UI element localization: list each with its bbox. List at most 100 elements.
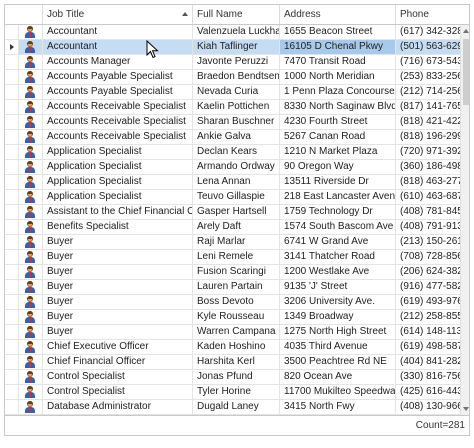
cell-icon[interactable] [19, 55, 43, 69]
row-indicator[interactable] [5, 70, 19, 84]
cell-full-name[interactable]: Fusion Scaringi [193, 265, 280, 279]
cell-icon[interactable] [19, 205, 43, 219]
cell-address[interactable]: 1574 South Bascom Ave [280, 220, 396, 234]
table-row[interactable]: Accounts Receivable Specialist Kaelin Pot… [5, 100, 460, 115]
row-indicator[interactable] [5, 400, 19, 414]
table-row[interactable]: Chief Financial Officer Harshita Kerl 3500… [5, 355, 460, 370]
cell-address[interactable]: 218 East Lancaster Avenue [280, 190, 396, 204]
cell-phone[interactable]: (425) 616-4435 [396, 385, 460, 399]
cell-address[interactable]: 90 Oregon Way [280, 160, 396, 174]
table-row[interactable]: Buyer Warren Campana 1275 North High Stree… [5, 325, 460, 340]
row-indicator[interactable] [5, 40, 19, 54]
cell-phone[interactable]: (404) 841-2826 [396, 355, 460, 369]
cell-job-title[interactable]: Chief Financial Officer [43, 355, 193, 369]
cell-job-title[interactable]: Application Specialist [43, 145, 193, 159]
cell-job-title[interactable]: Accounts Manager [43, 55, 193, 69]
header-icon-column[interactable] [5, 5, 43, 24]
cell-phone[interactable]: (708) 728-8566 [396, 250, 460, 264]
scroll-down-arrow-icon[interactable] [463, 407, 469, 411]
cell-phone[interactable]: (818) 196-2996 [396, 130, 460, 144]
row-indicator[interactable] [5, 100, 19, 114]
cell-address[interactable]: 1655 Beacon Street [280, 25, 396, 39]
cell-icon[interactable] [19, 25, 43, 39]
row-indicator[interactable] [5, 355, 19, 369]
row-indicator[interactable] [5, 55, 19, 69]
cell-full-name[interactable]: Jonas Pfund [193, 370, 280, 384]
cell-icon[interactable] [19, 400, 43, 414]
table-row[interactable]: Accounts Receivable Specialist Sharan Bus… [5, 115, 460, 130]
table-row[interactable]: Control Specialist Jonas Pfund 820 Ocean A… [5, 370, 460, 385]
cell-full-name[interactable]: Raji Marlar [193, 235, 280, 249]
cell-address[interactable]: 3141 Thatcher Road [280, 250, 396, 264]
row-indicator[interactable] [5, 370, 19, 384]
cell-phone[interactable]: (206) 624-3827 [396, 265, 460, 279]
cell-icon[interactable] [19, 145, 43, 159]
cell-address[interactable]: 13511 Riverside Dr [280, 175, 396, 189]
cell-job-title[interactable]: Assistant to the Chief Financial Officer [43, 205, 193, 219]
cell-job-title[interactable]: Buyer [43, 295, 193, 309]
cell-job-title[interactable]: Accounts Receivable Specialist [43, 100, 193, 114]
table-row[interactable]: Buyer Lauren Partain 9135 'J' Street (916) … [5, 280, 460, 295]
cell-phone[interactable]: (360) 186-4982 [396, 160, 460, 174]
table-row[interactable]: Benefits Specialist Arely Daft 1574 South … [5, 220, 460, 235]
cell-address[interactable]: 3500 Peachtree Rd NE [280, 355, 396, 369]
cell-phone[interactable]: (720) 971-3927 [396, 145, 460, 159]
table-row[interactable]: Accountant Kiah Taflinger 16105 D Chenal P… [5, 40, 460, 55]
cell-address[interactable]: 3415 North Fwy [280, 400, 396, 414]
cell-icon[interactable] [19, 40, 43, 54]
cell-phone[interactable]: (916) 477-5826 [396, 280, 460, 294]
cell-job-title[interactable]: Accounts Payable Specialist [43, 70, 193, 84]
row-indicator[interactable] [5, 160, 19, 174]
cell-full-name[interactable]: Tyler Horine [193, 385, 280, 399]
cell-full-name[interactable]: Kyle Rousseau [193, 310, 280, 324]
cell-full-name[interactable]: Sharan Buschner [193, 115, 280, 129]
cell-phone[interactable]: (818) 421-4222 [396, 115, 460, 129]
row-indicator[interactable] [5, 145, 19, 159]
table-row[interactable]: Buyer Boss Devoto 3206 University Ave. (619… [5, 295, 460, 310]
table-row[interactable]: Buyer Raji Marlar 6741 W Grand Ave (213) 15… [5, 235, 460, 250]
table-row[interactable]: Application Specialist Armando Ordway 90 O… [5, 160, 460, 175]
cell-phone[interactable]: (617) 342-3285 [396, 25, 460, 39]
cell-address[interactable]: 4230 Fourth Street [280, 115, 396, 129]
cell-icon[interactable] [19, 100, 43, 114]
cell-job-title[interactable]: Application Specialist [43, 190, 193, 204]
cell-phone[interactable]: (213) 150-2619 [396, 235, 460, 249]
cell-phone[interactable]: (212) 714-2569 [396, 85, 460, 99]
cell-full-name[interactable]: Kiah Taflinger [193, 40, 280, 54]
cell-full-name[interactable]: Gasper Hartsell [193, 205, 280, 219]
cell-full-name[interactable]: Kaelin Pottichen [193, 100, 280, 114]
cell-job-title[interactable]: Chief Executive Officer [43, 340, 193, 354]
table-row[interactable]: Application Specialist Teuvo Gillaspie 218… [5, 190, 460, 205]
table-row[interactable]: Accounts Manager Javonte Peruzzi 7470 Tran… [5, 55, 460, 70]
cell-icon[interactable] [19, 115, 43, 129]
row-indicator[interactable] [5, 85, 19, 99]
cell-icon[interactable] [19, 85, 43, 99]
cell-address[interactable]: 3206 University Ave. [280, 295, 396, 309]
cell-full-name[interactable]: Warren Campana [193, 325, 280, 339]
cell-phone[interactable]: (501) 563-6292 [396, 40, 460, 54]
cell-icon[interactable] [19, 355, 43, 369]
cell-address[interactable]: 6741 W Grand Ave [280, 235, 396, 249]
table-row[interactable]: Accounts Receivable Specialist Ankie Galv… [5, 130, 460, 145]
cell-job-title[interactable]: Buyer [43, 235, 193, 249]
cell-address[interactable]: 820 Ocean Ave [280, 370, 396, 384]
cell-phone[interactable]: (253) 833-2569 [396, 70, 460, 84]
cell-job-title[interactable]: Buyer [43, 250, 193, 264]
table-row[interactable]: Application Specialist Declan Kears 1210 N… [5, 145, 460, 160]
cell-phone[interactable]: (408) 130-9665 [396, 400, 460, 414]
table-row[interactable]: Database Administrator Dugald Laney 3415 N… [5, 400, 460, 415]
row-indicator[interactable] [5, 295, 19, 309]
cell-address[interactable]: 1 Penn Plaza Concourse Level [280, 85, 396, 99]
cell-job-title[interactable]: Buyer [43, 265, 193, 279]
cell-icon[interactable] [19, 70, 43, 84]
row-indicator[interactable] [5, 280, 19, 294]
cell-icon[interactable] [19, 370, 43, 384]
table-row[interactable]: Assistant to the Chief Financial Officer… [5, 205, 460, 220]
cell-address[interactable]: 11700 Mukilteo Speedway [280, 385, 396, 399]
cell-phone[interactable]: (408) 791-9139 [396, 220, 460, 234]
cell-icon[interactable] [19, 190, 43, 204]
cell-job-title[interactable]: Accounts Receivable Specialist [43, 115, 193, 129]
cell-phone[interactable]: (716) 673-5435 [396, 55, 460, 69]
scrollbar-thumb[interactable] [463, 39, 469, 105]
cell-full-name[interactable]: Boss Devoto [193, 295, 280, 309]
